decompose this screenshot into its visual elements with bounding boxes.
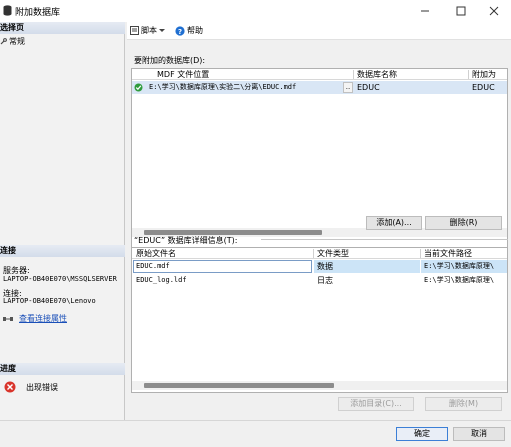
connection-icon [3, 316, 13, 321]
toolbar: 脚本 ? 帮助 [127, 22, 511, 40]
view-connection-properties[interactable]: 查看连接属性 [3, 313, 67, 324]
minimize-button[interactable] [408, 0, 442, 22]
cell-file-path[interactable]: E:\学习\数据库原理\ [421, 261, 507, 274]
cell-db-name[interactable]: EDUC [354, 82, 466, 95]
maximize-icon [456, 6, 466, 16]
cell-file-path[interactable]: E:\学习\数据库原理\ [421, 275, 507, 288]
script-label: 脚本 [141, 26, 157, 35]
remove-button[interactable]: 删除(R) [425, 216, 502, 230]
connection-value: LAPTOP-OB40E070\Lenovo [3, 297, 96, 305]
cell-file-type[interactable]: 数据 [314, 261, 418, 274]
left-pane: 选择页 常规 连接 服务器: LAPTOP-OB40E070\MSSQLSERV… [0, 22, 125, 420]
details-grid: 原始文件名 文件类型 当前文件路径 EDUC.mdf 数据 E:\学习\数据库原… [131, 247, 508, 393]
connection-header: 连接 [0, 245, 125, 257]
minimize-icon [421, 10, 429, 12]
col-file-type[interactable]: 文件类型 [314, 248, 418, 258]
progress-status: 出现错误 [4, 381, 58, 393]
select-page-header: 选择页 [0, 22, 125, 34]
wrench-icon [0, 38, 7, 45]
progress-header: 进度 [0, 363, 125, 375]
add-button[interactable]: 添加(A)... [366, 216, 422, 230]
help-icon: ? [175, 25, 185, 36]
script-button[interactable]: 脚本 [130, 25, 165, 36]
attach-label: 要附加的数据库(D): [134, 56, 206, 65]
progress-status-text: 出现错误 [26, 382, 58, 392]
close-button[interactable] [477, 0, 511, 22]
col-db-name[interactable]: 数据库名称 [354, 69, 466, 79]
add-catalog-button[interactable]: 添加目录(C)... [338, 397, 414, 411]
chevron-down-icon [159, 29, 165, 32]
success-icon [134, 83, 143, 92]
close-icon [489, 6, 499, 16]
cell-attach-as[interactable]: EDUC [469, 82, 507, 95]
scroll-thumb[interactable] [144, 383, 334, 388]
page-item-general[interactable]: 常规 [0, 36, 25, 47]
script-icon [130, 26, 139, 35]
cell-file-type[interactable]: 日志 [314, 275, 418, 288]
help-label: 帮助 [187, 26, 203, 35]
maximize-button[interactable] [444, 0, 478, 22]
remove-file-button[interactable]: 删除(M) [425, 397, 502, 411]
ok-button[interactable]: 确定 [396, 427, 448, 441]
cell-mdf-location[interactable]: E:\学习\数据库原理\实验二\分离\EDUC.mdf [146, 82, 342, 95]
main-content: 要附加的数据库(D): MDF 文件位置 数据库名称 附加为 E:\学习\数据库… [127, 41, 511, 420]
dialog-footer: 确定 取消 [0, 420, 511, 447]
cell-file-name[interactable]: EDUC.mdf [133, 261, 311, 274]
view-connection-link[interactable]: 查看连接属性 [19, 313, 67, 324]
window-title: 附加数据库 [15, 8, 61, 18]
details-label: “EDUC” 数据库详细信息(T): [134, 236, 238, 245]
col-original-file[interactable]: 原始文件名 [133, 248, 311, 258]
error-icon [4, 381, 16, 393]
col-attach-as[interactable]: 附加为 [469, 69, 507, 79]
cancel-button[interactable]: 取消 [453, 427, 505, 441]
col-mdf-location[interactable]: MDF 文件位置 [154, 69, 350, 79]
attach-grid-header: MDF 文件位置 数据库名称 附加为 [132, 69, 507, 80]
database-icon [3, 5, 12, 16]
cell-file-name[interactable]: EDUC_log.ldf [133, 275, 311, 288]
browse-button[interactable]: .. [343, 82, 353, 93]
details-grid-header: 原始文件名 文件类型 当前文件路径 [132, 248, 507, 259]
table-row[interactable]: EDUC.mdf 数据 E:\学习\数据库原理\ [132, 260, 507, 273]
page-item-label: 常规 [9, 37, 25, 46]
details-divider [261, 239, 508, 240]
svg-text:?: ? [178, 28, 182, 36]
col-current-path[interactable]: 当前文件路径 [421, 248, 507, 258]
help-button[interactable]: ? 帮助 [175, 25, 203, 36]
details-hscrollbar[interactable] [132, 381, 507, 390]
table-row[interactable]: EDUC_log.ldf 日志 E:\学习\数据库原理\ [132, 274, 507, 287]
table-row[interactable]: E:\学习\数据库原理\实验二\分离\EDUC.mdf .. EDUC EDUC [132, 81, 507, 94]
server-value: LAPTOP-OB40E070\MSSQLSERVER [3, 275, 117, 283]
title-bar: 附加数据库 [0, 0, 511, 22]
